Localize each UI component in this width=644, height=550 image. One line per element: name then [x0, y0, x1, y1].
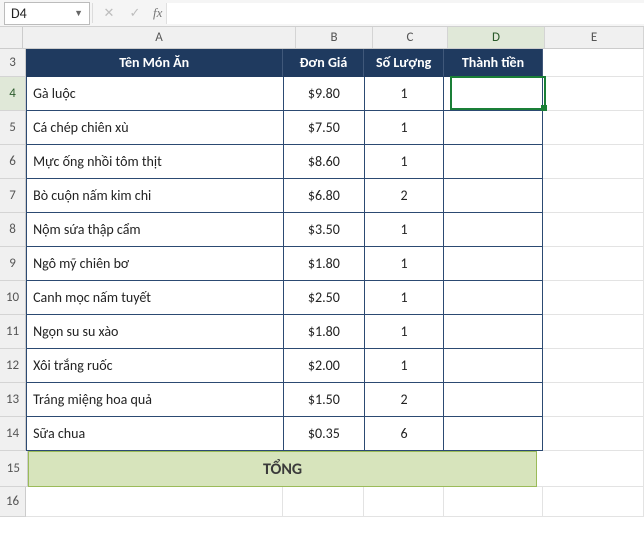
- grid-body: 3Tên Món ĂnĐơn GiáSố LượngThành tiền 4Gà …: [0, 49, 644, 517]
- row-header-6[interactable]: 6: [0, 145, 26, 179]
- select-all-corner[interactable]: [0, 27, 23, 49]
- cell-B14[interactable]: $0.35: [284, 417, 365, 451]
- row-header-12[interactable]: 12: [0, 349, 26, 383]
- cell-E12[interactable]: [543, 349, 644, 383]
- cell-D9[interactable]: [444, 247, 543, 281]
- cell-E14[interactable]: [543, 417, 644, 451]
- cell-E13[interactable]: [543, 383, 644, 417]
- formula-input[interactable]: [166, 3, 644, 24]
- cell-C11[interactable]: 1: [365, 315, 444, 349]
- row-header-14[interactable]: 14: [0, 417, 26, 451]
- cell-C16[interactable]: [364, 487, 443, 517]
- name-box[interactable]: D4 ▼: [4, 2, 90, 25]
- chevron-down-icon[interactable]: ▼: [74, 8, 83, 19]
- cell-B7[interactable]: $6.80: [284, 179, 365, 213]
- cell-D8[interactable]: [444, 213, 543, 247]
- cell-D14[interactable]: [444, 417, 543, 451]
- cancel-formula-button: ✕: [97, 3, 121, 24]
- cell-A5[interactable]: Cá chép chiên xù: [26, 111, 284, 145]
- row-header-16[interactable]: 16: [0, 487, 26, 517]
- formula-bar: D4 ▼ ✕ ✓ fx: [0, 0, 644, 27]
- column-headers-row: ABCDE: [0, 27, 644, 49]
- cell-C8[interactable]: 1: [365, 213, 444, 247]
- row-header-7[interactable]: 7: [0, 179, 26, 213]
- column-header-D[interactable]: D: [448, 27, 545, 48]
- enter-formula-button: ✓: [123, 3, 147, 24]
- cell-A7[interactable]: Bò cuộn nấm kim chi: [26, 179, 284, 213]
- cell-E4[interactable]: [543, 77, 644, 111]
- spreadsheet-grid: ABCDE 3Tên Món ĂnĐơn GiáSố LượngThành ti…: [0, 27, 644, 517]
- cell-C14[interactable]: 6: [365, 417, 444, 451]
- row-header-8[interactable]: 8: [0, 213, 26, 247]
- cell-C12[interactable]: 1: [365, 349, 444, 383]
- cell-E9[interactable]: [543, 247, 644, 281]
- cell-C7[interactable]: 2: [365, 179, 444, 213]
- cell-E16[interactable]: [543, 487, 644, 517]
- cell-D5[interactable]: [444, 111, 543, 145]
- row-header-5[interactable]: 5: [0, 111, 26, 145]
- cell-A12[interactable]: Xôi trắng ruốc: [26, 349, 284, 383]
- row-header-4[interactable]: 4: [0, 77, 26, 111]
- cell-E6[interactable]: [543, 145, 644, 179]
- cell-E5[interactable]: [543, 111, 644, 145]
- cell-E7[interactable]: [543, 179, 644, 213]
- row-header-3[interactable]: 3: [0, 49, 26, 77]
- cell-B16[interactable]: [283, 487, 364, 517]
- cell-B10[interactable]: $2.50: [284, 281, 365, 315]
- cell-C10[interactable]: 1: [365, 281, 444, 315]
- cell-E11[interactable]: [543, 315, 644, 349]
- column-header-E[interactable]: E: [545, 27, 644, 48]
- table-header-A[interactable]: Tên Món Ăn: [26, 49, 283, 77]
- cell-D12[interactable]: [444, 349, 543, 383]
- cell-C13[interactable]: 2: [365, 383, 444, 417]
- cell-A10[interactable]: Canh mọc nấm tuyết: [26, 281, 284, 315]
- row-header-10[interactable]: 10: [0, 281, 26, 315]
- divider: [92, 3, 93, 23]
- cell-B6[interactable]: $8.60: [284, 145, 365, 179]
- row-header-15[interactable]: 15: [0, 451, 28, 487]
- column-header-C[interactable]: C: [373, 27, 448, 48]
- column-header-A[interactable]: A: [23, 27, 296, 48]
- cell-D11[interactable]: [444, 315, 543, 349]
- cell-A16[interactable]: [26, 487, 283, 517]
- row-header-13[interactable]: 13: [0, 383, 26, 417]
- row-header-9[interactable]: 9: [0, 247, 26, 281]
- cell-A13[interactable]: Tráng miệng hoa quả: [26, 383, 284, 417]
- table-header-D[interactable]: Thành tiền: [444, 49, 543, 77]
- cell-C6[interactable]: 1: [365, 145, 444, 179]
- cell-D6[interactable]: [444, 145, 543, 179]
- fx-icon[interactable]: fx: [153, 5, 162, 21]
- cell-A9[interactable]: Ngô mỹ chiên bơ: [26, 247, 284, 281]
- cell-D16[interactable]: [444, 487, 543, 517]
- table-header-C[interactable]: Số Lượng: [364, 49, 443, 77]
- cell-C5[interactable]: 1: [365, 111, 444, 145]
- cell-B8[interactable]: $3.50: [284, 213, 365, 247]
- cell-A6[interactable]: Mực ống nhồi tôm thịt: [26, 145, 284, 179]
- cell-A11[interactable]: Ngọn su su xào: [26, 315, 284, 349]
- cell-D7[interactable]: [444, 179, 543, 213]
- cell-D4[interactable]: [444, 77, 543, 111]
- cell-B11[interactable]: $1.80: [284, 315, 365, 349]
- row-header-11[interactable]: 11: [0, 315, 26, 349]
- cell-B12[interactable]: $2.00: [284, 349, 365, 383]
- cell-E8[interactable]: [543, 213, 644, 247]
- name-box-value: D4: [11, 5, 27, 22]
- cell-D10[interactable]: [444, 281, 543, 315]
- cell-A8[interactable]: Nộm sứa thập cẩm: [26, 213, 284, 247]
- column-header-B[interactable]: B: [296, 27, 373, 48]
- cell-A14[interactable]: Sữa chua: [26, 417, 284, 451]
- cell-A4[interactable]: Gà luộc: [26, 77, 284, 111]
- cell-E15[interactable]: [537, 451, 644, 487]
- cell-C9[interactable]: 1: [365, 247, 444, 281]
- cell-E10[interactable]: [543, 281, 644, 315]
- cell-C4[interactable]: 1: [365, 77, 444, 111]
- cell-B4[interactable]: $9.80: [284, 77, 365, 111]
- cell-B9[interactable]: $1.80: [284, 247, 365, 281]
- table-header-B[interactable]: Đơn Giá: [283, 49, 364, 77]
- cell-B13[interactable]: $1.50: [284, 383, 365, 417]
- cell-B5[interactable]: $7.50: [284, 111, 365, 145]
- total-row[interactable]: TỔNG: [28, 451, 537, 487]
- cell-E3[interactable]: [543, 49, 644, 77]
- cell-D13[interactable]: [444, 383, 543, 417]
